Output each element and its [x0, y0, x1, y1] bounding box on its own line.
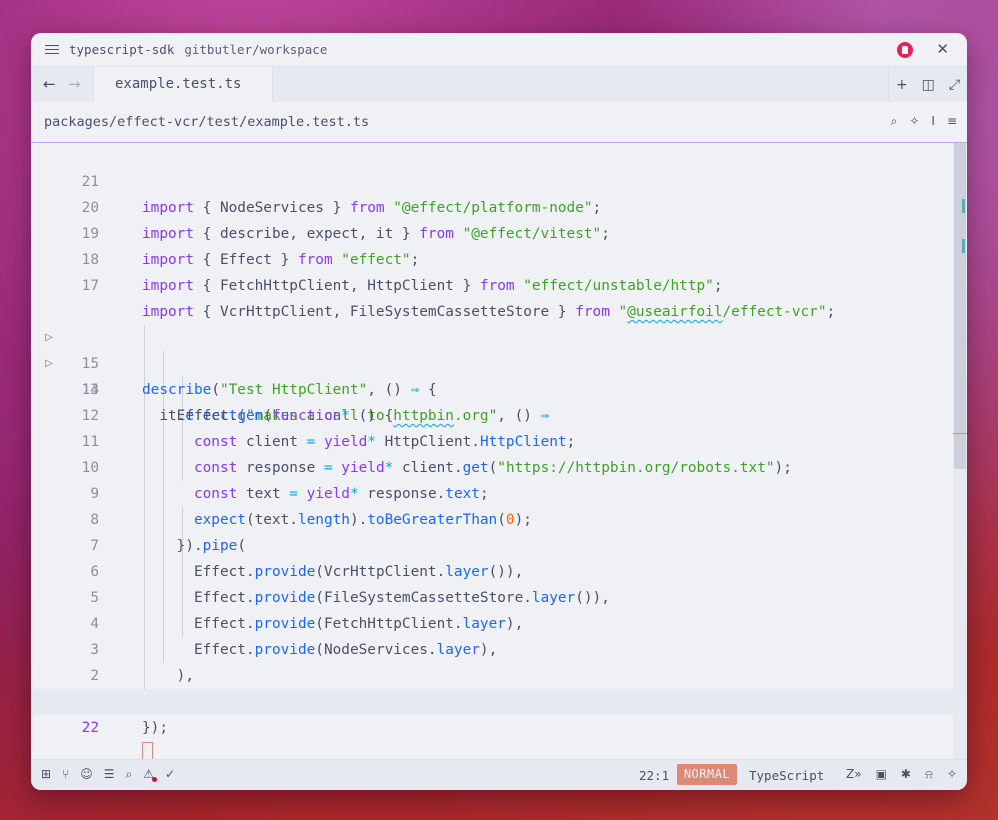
scrollbar-marker	[962, 239, 965, 253]
bell-icon[interactable]: ⍾	[925, 767, 933, 782]
title-bar: typescript-sdk gitbutler/workspace ✕	[31, 33, 967, 66]
code-line: 21 import { NodeServices } from "@effect…	[31, 143, 953, 216]
code-text: });	[142, 720, 168, 736]
zed-predict-icon[interactable]: Z»	[846, 767, 862, 782]
tab-label: example.test.ts	[115, 76, 242, 92]
scrollbar-cursor-marker	[953, 433, 967, 434]
debug-icon[interactable]: ✱	[901, 767, 911, 782]
code-line: 2 );	[31, 637, 953, 710]
language-selector[interactable]: TypeScript	[749, 768, 824, 783]
hamburger-menu-icon[interactable]	[45, 42, 59, 57]
status-bar: ⊞ ⑂ ☺ ☰ ⌕ ⚠ ✓ 22:1 NORMAL TypeScript Z» …	[31, 759, 967, 790]
terminal-icon[interactable]: ▣	[876, 767, 887, 782]
zoom-icon[interactable]: ⤢	[949, 77, 960, 93]
code-line: 8 }).pipe(	[31, 481, 953, 554]
search-icon[interactable]: ⌕	[891, 114, 898, 129]
file-path[interactable]: packages/effect-vcr/test/example.test.ts	[44, 114, 369, 130]
check-icon[interactable]: ✓	[165, 767, 175, 782]
forward-arrow-icon[interactable]: →	[68, 75, 81, 93]
assistant-icon[interactable]: ✧	[909, 114, 919, 129]
cursor-position[interactable]: 22:1	[639, 768, 669, 783]
code-line-current: 22	[31, 689, 953, 764]
search-icon[interactable]: ⌕	[126, 767, 133, 782]
scrollbar-marker	[962, 199, 965, 213]
code-line: 10 const text = yield* response.text;	[31, 429, 953, 502]
editor-window: typescript-sdk gitbutler/workspace ✕ ← →…	[31, 33, 967, 790]
scrollbar-thumb[interactable]	[954, 143, 966, 469]
status-left-icons: ⊞ ⑂ ☺ ☰ ⌕ ⚠ ✓	[41, 767, 175, 782]
code-line: ▷ 15 describe("Test HttpClient", () ⇒ {	[31, 299, 953, 398]
project-panel-icon[interactable]: ⊞	[41, 767, 51, 782]
tab-example-test[interactable]: example.test.ts	[93, 67, 273, 103]
code-line: 11 const response = yield* client.get("h…	[31, 403, 953, 476]
code-line: 1 });	[31, 663, 953, 736]
project-name[interactable]: typescript-sdk	[69, 42, 174, 57]
close-icon[interactable]: ✕	[936, 40, 949, 58]
status-right-icons: Z» ▣ ✱ ⍾ ✧	[846, 767, 957, 782]
code-line: 12 const client = yield* HttpClient.Http…	[31, 377, 953, 450]
cursor-icon[interactable]: I	[931, 114, 935, 129]
code-line: 19 import { Effect } from "effect";	[31, 195, 953, 268]
back-arrow-icon[interactable]: ←	[43, 75, 56, 93]
code-line: 13 Effect.gen(function* () {	[31, 351, 953, 424]
code-line: 4 Effect.provide(NodeServices.layer),	[31, 585, 953, 658]
git-branch-icon[interactable]: ⑂	[62, 767, 69, 782]
outline-icon[interactable]: ☰	[104, 767, 115, 782]
tab-bar: ← → example.test.ts + ◫ ⤢	[31, 66, 967, 103]
breadcrumb: packages/effect-vcr/test/example.test.ts…	[31, 102, 967, 143]
branch-name[interactable]: gitbutler/workspace	[184, 42, 327, 57]
code-line: 3 ),	[31, 611, 953, 684]
code-line: 5 Effect.provide(FetchHttpClient.layer),	[31, 559, 953, 632]
user-avatar[interactable]	[897, 42, 913, 58]
collab-icon[interactable]: ☺	[80, 767, 93, 782]
code-line: 9 expect(text.length).toBeGreaterThan(0)…	[31, 455, 953, 528]
code-line: 7 Effect.provide(VcrHttpClient.layer()),	[31, 507, 953, 580]
code-editor[interactable]: 21 import { NodeServices } from "@effect…	[31, 143, 967, 764]
code-line: 18 import { FetchHttpClient, HttpClient …	[31, 221, 953, 294]
code-line: ▷ 14 it.effect("makes a call to httpbin.…	[31, 325, 953, 424]
assistant-icon[interactable]: ✧	[947, 767, 957, 782]
code-line: 20 import { describe, expect, it } from …	[31, 169, 953, 242]
split-pane-icon[interactable]: ◫	[922, 77, 935, 93]
diagnostics-icon[interactable]: ⚠	[143, 767, 157, 782]
new-tab-icon[interactable]: +	[896, 77, 908, 93]
code-line: 6 Effect.provide(FileSystemCassetteStore…	[31, 533, 953, 606]
settings-icon[interactable]: ≡	[947, 114, 957, 129]
vim-mode-badge: NORMAL	[677, 764, 737, 785]
code-line: 17 import { VcrHttpClient, FileSystemCas…	[31, 247, 953, 320]
line-number: 22	[81, 720, 99, 736]
breadcrumb-actions: ⌕ ✧ I ≡	[891, 114, 957, 129]
tab-bar-actions: + ◫ ⤢	[888, 67, 967, 102]
